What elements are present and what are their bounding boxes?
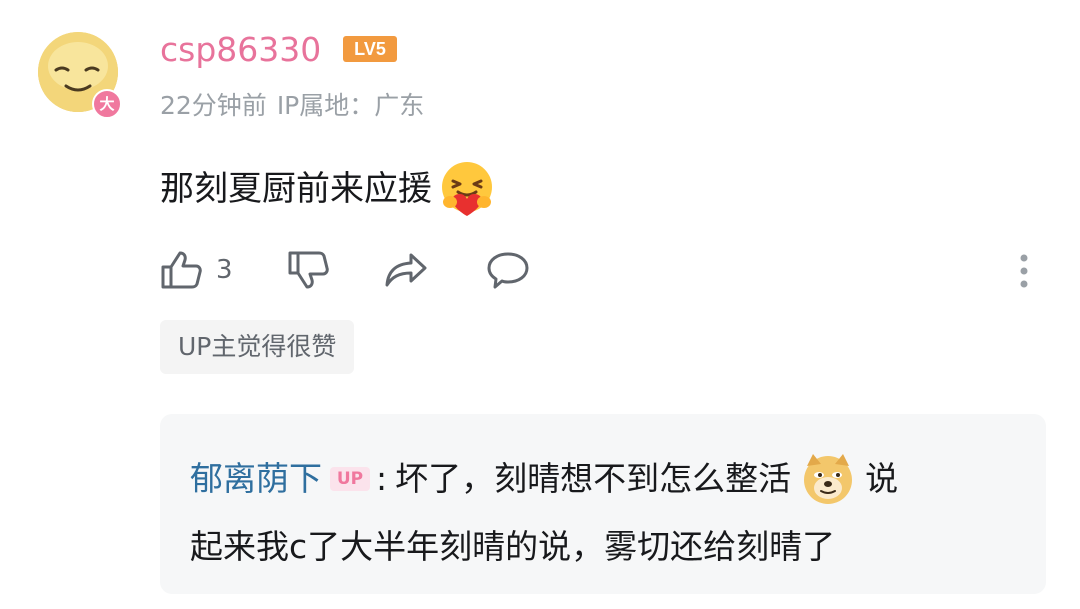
like-count: 3 (216, 255, 233, 285)
comment-time: 22分钟前 (160, 91, 267, 120)
reply-text-line2: 起来我c了大半年刻晴的说，雾切还给刻晴了 (190, 527, 836, 566)
dislike-button[interactable] (287, 250, 331, 290)
reply-separator: : (376, 459, 388, 498)
reply-preview[interactable]: 郁离荫下 UP : 坏了，刻晴想不到怎么整活 说 起来我c了大半年刻晴的说，雾切… (160, 414, 1046, 594)
username[interactable]: csp86330 (160, 28, 321, 72)
share-button[interactable] (383, 250, 429, 290)
thumb-down-icon (288, 251, 329, 289)
comment-actions: 3 (160, 248, 531, 292)
reply-text-part2: 说 (865, 459, 899, 498)
reply-button[interactable] (485, 250, 531, 290)
comment-meta: 22分钟前 IP属地：广东 (160, 88, 424, 124)
level-text: LV5 (354, 39, 386, 59)
level-badge: LV5 (343, 36, 397, 62)
comment-text: 那刻夏厨前来应援 (160, 160, 496, 218)
reply-line-1: 郁离荫下 UP : 坏了，刻晴想不到怎么整活 说 (190, 452, 898, 506)
ip-location: IP属地：广东 (276, 91, 425, 120)
thumb-up-icon (161, 251, 202, 289)
hug-heart-emoji (442, 162, 492, 216)
avatar[interactable]: 大 (38, 32, 122, 119)
reply-text-part1: 坏了，刻晴想不到怎么整活 (395, 459, 792, 498)
doge-emoji (804, 454, 853, 504)
up-liked-tag: UP主觉得很赞 (160, 320, 355, 374)
reply-author[interactable]: 郁离荫下 (190, 454, 322, 504)
share-icon (385, 253, 427, 287)
comment-body: 那刻夏厨前来应援 (160, 169, 432, 209)
up-badge: UP (330, 467, 370, 491)
like-button[interactable]: 3 (160, 250, 233, 290)
more-vertical-icon[interactable] (1012, 252, 1036, 290)
comment-icon (487, 252, 529, 289)
reply-line-2: 起来我c了大半年刻晴的说，雾切还给刻晴了 (190, 522, 835, 572)
vip-badge: 大 (92, 89, 122, 119)
